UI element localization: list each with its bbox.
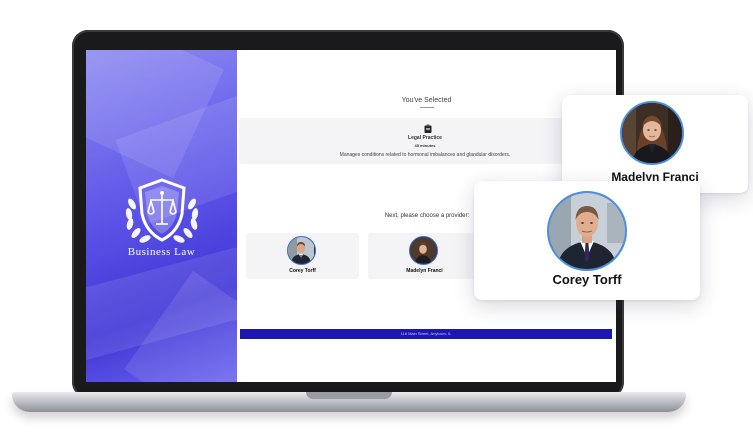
floating-card-madelyn-franci[interactable]: Madelyn Franci xyxy=(562,95,748,193)
shield-scales-laurel-icon xyxy=(125,178,199,243)
heading-divider xyxy=(420,107,434,108)
footer-address: 116 Main Street, Anytown, IL xyxy=(400,331,452,336)
avatar xyxy=(409,236,438,265)
avatar xyxy=(547,191,627,271)
brand-panel: Business Law xyxy=(86,50,237,382)
laptop-notch xyxy=(306,392,392,399)
avatar xyxy=(287,236,316,265)
provider-card-corey-torff[interactable]: Corey Torff xyxy=(246,233,359,279)
selected-service-card[interactable]: Legal Practice 45 minutes Manages condit… xyxy=(239,118,611,164)
service-description: Manages conditions related to hormonal i… xyxy=(339,152,511,158)
provider-name: Corey Torff xyxy=(289,268,316,274)
service-duration: 45 minutes xyxy=(414,143,436,148)
provider-name: Corey Torff xyxy=(552,272,622,287)
brand-name: Business Law xyxy=(127,246,196,258)
floating-card-corey-torff[interactable]: Corey Torff xyxy=(474,181,700,300)
avatar xyxy=(620,101,684,165)
provider-card-madelyn-franci[interactable]: Madelyn Franci xyxy=(368,233,481,279)
selected-heading: You've Selected xyxy=(401,97,452,104)
footer-bar: 116 Main Street, Anytown, IL xyxy=(240,329,612,339)
clipboard-icon xyxy=(424,124,432,133)
service-title: Legal Practice xyxy=(408,135,442,141)
provider-name: Madelyn Franci xyxy=(406,268,443,274)
